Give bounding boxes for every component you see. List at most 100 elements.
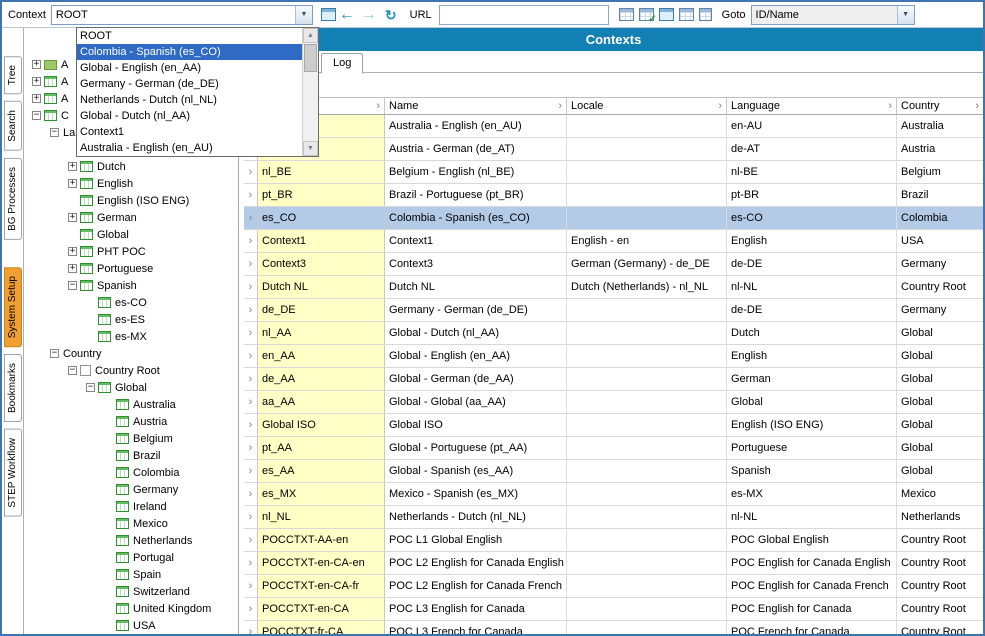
context-name-cell[interactable]: Global - Global (aa_AA) (385, 391, 567, 413)
expand-plus-icon[interactable]: + (68, 213, 77, 222)
context-id-cell[interactable]: de_DE (257, 299, 385, 321)
sidebar-tab-search[interactable]: Search (4, 101, 22, 151)
context-id-cell[interactable]: Dutch NL (257, 276, 385, 298)
context-name-cell[interactable]: Belgium - English (nl_BE) (385, 161, 567, 183)
context-locale-cell[interactable] (567, 391, 727, 413)
context-id-cell[interactable]: pt_BR (257, 184, 385, 206)
context-language-cell[interactable]: POC English for Canada (727, 598, 897, 620)
context-language-cell[interactable]: POC Global English (727, 529, 897, 551)
goto-combobox[interactable]: ID/Name ▼ (751, 5, 915, 25)
context-country-cell[interactable]: Global (897, 437, 983, 459)
context-language-cell[interactable]: nl-BE (727, 161, 897, 183)
tree-item-germany[interactable]: Germany (32, 481, 238, 498)
context-row-context3[interactable]: ›Context3Context3German (Germany) - de_D… (244, 253, 983, 276)
tree-item-mexico[interactable]: Mexico (32, 515, 238, 532)
column-header-country[interactable]: Country› (897, 98, 983, 114)
tree-item-es-mx[interactable]: es-MX (32, 328, 238, 345)
context-row-es-mx[interactable]: ›es_MXMexico - Spanish (es_MX)es-MXMexic… (244, 483, 983, 506)
collapse-minus-icon[interactable]: − (32, 111, 41, 120)
tree-item-spain[interactable]: Spain (32, 566, 238, 583)
context-language-cell[interactable]: English (727, 345, 897, 367)
context-country-cell[interactable]: Country Root (897, 529, 983, 551)
collapse-minus-icon[interactable]: − (68, 366, 77, 375)
context-country-cell[interactable]: Mexico (897, 483, 983, 505)
context-row-nl-nl[interactable]: ›nl_NLNetherlands - Dutch (nl_NL)nl-NLNe… (244, 506, 983, 529)
context-country-cell[interactable]: USA (897, 230, 983, 252)
column-header-language[interactable]: Language› (727, 98, 897, 114)
context-id-cell[interactable]: nl_BE (257, 161, 385, 183)
scroll-up-icon[interactable]: ▲ (303, 28, 318, 43)
context-locale-cell[interactable] (567, 184, 727, 206)
context-locale-cell[interactable] (567, 115, 727, 137)
tree-item-austria[interactable]: Austria (32, 413, 238, 430)
tree-item-spanish[interactable]: −Spanish (32, 277, 238, 294)
context-language-cell[interactable]: en-AU (727, 115, 897, 137)
expand-plus-icon[interactable]: + (68, 179, 77, 188)
collapse-minus-icon[interactable]: − (86, 383, 95, 392)
context-language-cell[interactable]: Global (727, 391, 897, 413)
context-locale-cell[interactable]: English - en (567, 230, 727, 252)
tree-item-pht-poc[interactable]: +PHT POC (32, 243, 238, 260)
table-grid-icon[interactable] (679, 8, 694, 21)
context-name-cell[interactable]: Global ISO (385, 414, 567, 436)
monitor-icon[interactable] (659, 8, 674, 21)
column-header-locale[interactable]: Locale› (567, 98, 727, 114)
column-header-name[interactable]: Name› (385, 98, 567, 114)
tree-item-colombia[interactable]: Colombia (32, 464, 238, 481)
tree-item-english[interactable]: +English (32, 175, 238, 192)
context-locale-cell[interactable] (567, 322, 727, 344)
context-id-cell[interactable]: Context3 (257, 253, 385, 275)
context-name-cell[interactable]: POC L3 French for Canada (385, 621, 567, 634)
sidebar-tab-bookmarks[interactable]: Bookmarks (4, 354, 22, 422)
context-id-cell[interactable]: es_AA (257, 460, 385, 482)
context-country-cell[interactable]: Country Root (897, 598, 983, 620)
expand-plus-icon[interactable]: + (68, 264, 77, 273)
context-language-cell[interactable]: es-MX (727, 483, 897, 505)
context-name-cell[interactable]: Brazil - Portuguese (pt_BR) (385, 184, 567, 206)
context-locale-cell[interactable] (567, 621, 727, 634)
context-row-aa-aa[interactable]: ›aa_AAGlobal - Global (aa_AA)GlobalGloba… (244, 391, 983, 414)
context-name-cell[interactable]: Dutch NL (385, 276, 567, 298)
context-country-cell[interactable]: Germany (897, 253, 983, 275)
sidebar-tab-tree[interactable]: Tree (4, 56, 22, 94)
context-country-cell[interactable]: Global (897, 345, 983, 367)
context-language-cell[interactable]: English (ISO ENG) (727, 414, 897, 436)
context-locale-cell[interactable] (567, 437, 727, 459)
context-language-cell[interactable]: German (727, 368, 897, 390)
collapse-minus-icon[interactable]: − (68, 281, 77, 290)
context-country-cell[interactable]: Austria (897, 138, 983, 160)
context-language-cell[interactable]: de-DE (727, 253, 897, 275)
context-country-cell[interactable]: Colombia (897, 207, 983, 229)
tree-item-dutch[interactable]: +Dutch (32, 158, 238, 175)
context-name-cell[interactable]: Global - Spanish (es_AA) (385, 460, 567, 482)
context-locale-cell[interactable] (567, 552, 727, 574)
context-language-cell[interactable]: pt-BR (727, 184, 897, 206)
url-input[interactable] (439, 5, 609, 25)
context-country-cell[interactable]: Country Root (897, 621, 983, 634)
tree-item-english-iso-eng[interactable]: English (ISO ENG) (32, 192, 238, 209)
context-dropdown-item-netherlands-dutch-nl-nl[interactable]: Netherlands - Dutch (nl_NL) (77, 92, 302, 108)
context-locale-cell[interactable] (567, 138, 727, 160)
context-country-cell[interactable]: Belgium (897, 161, 983, 183)
tree-item-united-kingdom[interactable]: United Kingdom (32, 600, 238, 617)
context-language-cell[interactable]: POC English for Canada French (727, 575, 897, 597)
context-country-cell[interactable]: Country Root (897, 575, 983, 597)
context-row-pt-br[interactable]: ›pt_BRBrazil - Portuguese (pt_BR)pt-BRBr… (244, 184, 983, 207)
tree-item-country[interactable]: −Country (32, 345, 238, 362)
context-name-cell[interactable]: Global - English (en_AA) (385, 345, 567, 367)
context-row-pocctxt-aa-en[interactable]: ›POCCTXT-AA-enPOC L1 Global EnglishPOC G… (244, 529, 983, 552)
context-language-cell[interactable]: nl-NL (727, 506, 897, 528)
tree-item-global[interactable]: −Global (32, 379, 238, 396)
context-row-austria-german-de-at[interactable]: ›Austria - German (de_AT)de-ATAustria (244, 138, 983, 161)
table-view-icon[interactable] (619, 8, 634, 21)
collapse-minus-icon[interactable]: − (50, 349, 59, 358)
tree-item-es-co[interactable]: es-CO (32, 294, 238, 311)
tree-item-german[interactable]: +German (32, 209, 238, 226)
context-id-cell[interactable]: es_MX (257, 483, 385, 505)
context-name-cell[interactable]: Mexico - Spanish (es_MX) (385, 483, 567, 505)
context-locale-cell[interactable] (567, 207, 727, 229)
context-name-cell[interactable]: POC L1 Global English (385, 529, 567, 551)
expand-plus-icon[interactable]: + (68, 162, 77, 171)
expand-plus-icon[interactable]: + (32, 94, 41, 103)
context-locale-cell[interactable] (567, 414, 727, 436)
